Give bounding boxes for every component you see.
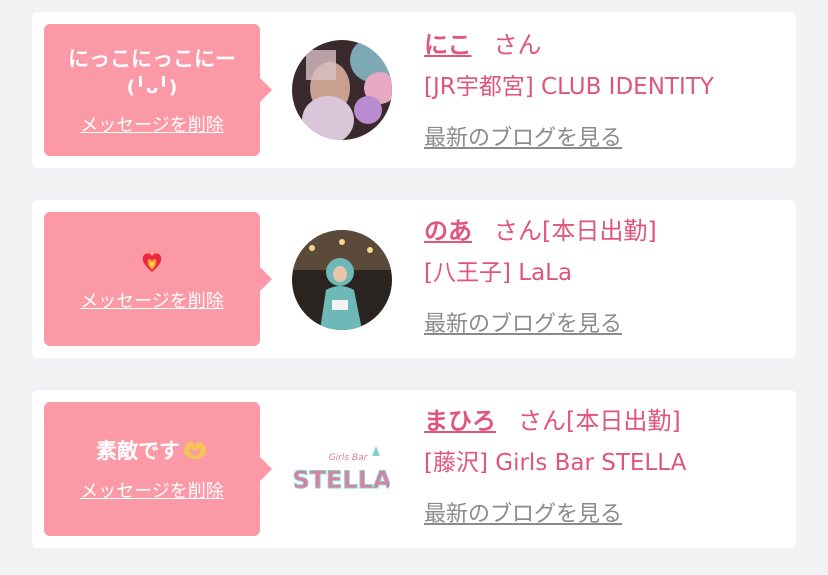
- message-list: にっこにっこにー (╹ᴗ╹) メッセージを削除 にこ さん [JR宇都宮] CLU…: [0, 0, 828, 575]
- message-text-content: 素敵です: [96, 438, 180, 463]
- honorific: さん: [493, 31, 542, 59]
- avatar[interactable]: Girls Bar STELLA: [292, 420, 392, 520]
- delete-message-button[interactable]: メッセージを削除: [80, 287, 224, 313]
- cast-info: まひろ さん[本日出勤] [藤沢] Girls Bar STELLA 最新のブログ…: [424, 406, 784, 528]
- profile-photo: [292, 230, 392, 330]
- delete-message-button[interactable]: メッセージを削除: [80, 111, 224, 137]
- name-line: まひろ さん[本日出勤]: [424, 406, 784, 436]
- heart-on-fire-icon: [142, 250, 162, 272]
- avatar[interactable]: [292, 40, 392, 140]
- cast-info: のあ さん[本日出勤] [八王子] LaLa 最新のブログを見る: [424, 216, 784, 338]
- honorific: さん: [518, 407, 566, 435]
- name-line: のあ さん[本日出勤]: [424, 216, 784, 246]
- message-text: にっこにっこにー (╹ᴗ╹): [68, 44, 236, 101]
- logo-small-text: Girls Bar: [329, 453, 369, 463]
- name-line: にこ さん: [424, 30, 784, 60]
- message-card: 素敵です メッセージを削除 Girls Bar STELLA まひろ さん[本日出…: [32, 390, 796, 548]
- cast-name-link[interactable]: にこ: [424, 31, 472, 59]
- cast-name-link[interactable]: のあ: [424, 217, 472, 245]
- cast-info: にこ さん [JR宇都宮] CLUB IDENTITY 最新のブログを見る: [424, 30, 784, 152]
- latest-blog-link[interactable]: 最新のブログを見る: [424, 120, 622, 152]
- message-bubble: 素敵です メッセージを削除: [44, 402, 272, 536]
- latest-blog-link[interactable]: 最新のブログを見る: [424, 496, 622, 528]
- logo-text: STELLA: [292, 466, 392, 494]
- message-bubble: メッセージを削除: [44, 212, 272, 346]
- message-card: にっこにっこにー (╹ᴗ╹) メッセージを削除 にこ さん [JR宇都宮] CLU…: [32, 12, 796, 168]
- delete-message-button[interactable]: メッセージを削除: [80, 477, 224, 503]
- shop-name: [JR宇都宮] CLUB IDENTITY: [424, 74, 714, 100]
- avatar[interactable]: [292, 230, 392, 330]
- message-text: 素敵です: [96, 436, 208, 467]
- latest-blog-link[interactable]: 最新のブログを見る: [424, 306, 622, 338]
- profile-photo: [292, 40, 392, 140]
- message-bubble: にっこにっこにー (╹ᴗ╹) メッセージを削除: [44, 24, 272, 156]
- shop-logo: Girls Bar STELLA: [292, 420, 392, 520]
- shop-name: [八王子] LaLa: [424, 260, 573, 286]
- message-text: [140, 246, 164, 277]
- attendance-badge: [本日出勤]: [566, 407, 681, 435]
- cast-name-link[interactable]: まひろ: [424, 407, 496, 435]
- shop-name: [藤沢] Girls Bar STELLA: [424, 450, 687, 476]
- message-card: メッセージを削除 のあ さん[本日出勤] [八王子] LaLa 最新のブログを見る: [32, 200, 796, 358]
- attendance-badge: [本日出勤]: [542, 217, 657, 245]
- message-text-line-2: (╹ᴗ╹): [126, 76, 178, 98]
- message-text-line-1: にっこにっこにー: [68, 46, 236, 71]
- honorific: さん: [494, 217, 542, 245]
- heart-hands-icon: [184, 441, 206, 459]
